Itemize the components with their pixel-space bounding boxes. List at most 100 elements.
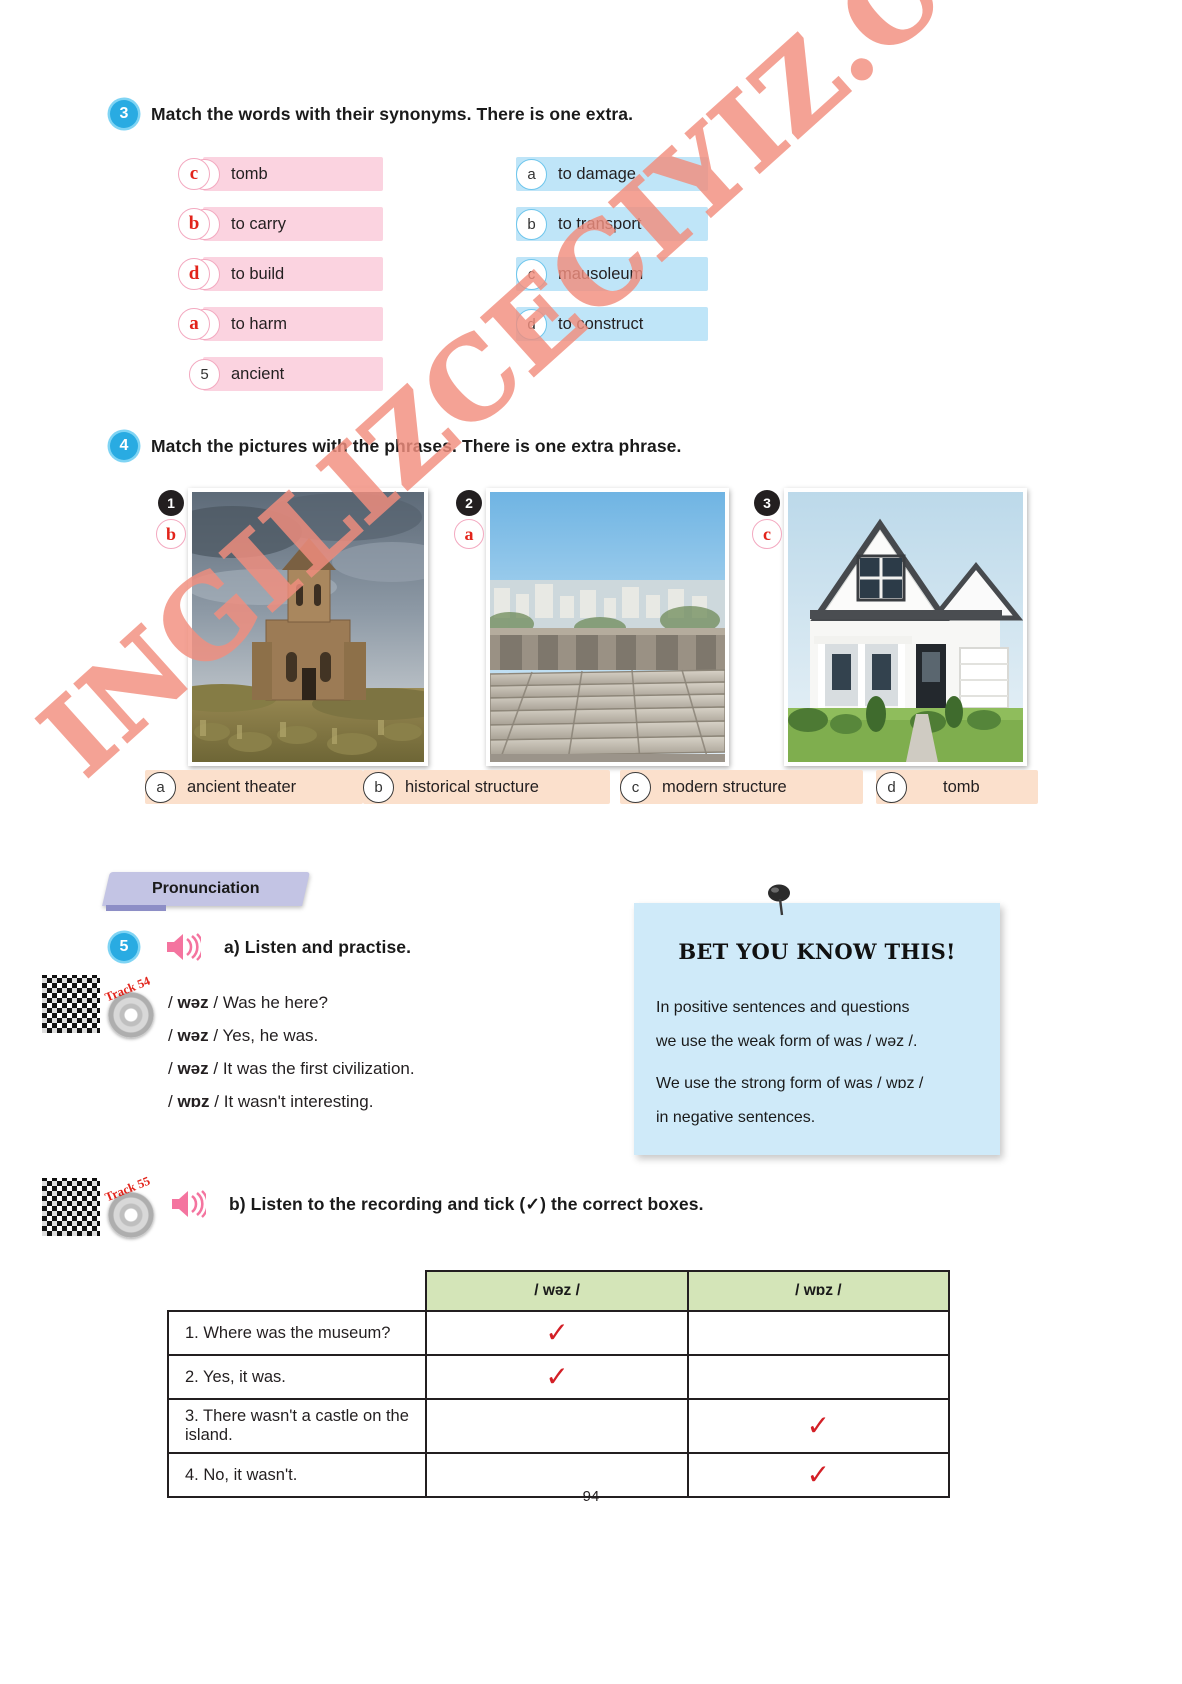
phoneme: wɒz <box>177 1092 210 1111</box>
phrase-label: ancient theater <box>187 777 297 796</box>
exercise-5b-title: b) Listen to the recording and tick (✓) … <box>229 1193 704 1214</box>
table-question: 1. Where was the museum? <box>166 1310 428 1356</box>
answer-circle[interactable]: d <box>178 258 210 290</box>
exercise-5b-header: b) Listen to the recording and tick (✓) … <box>170 1190 704 1218</box>
match-row-left-3[interactable]: d 3 to build <box>178 257 383 291</box>
answer-circle[interactable]: c <box>178 158 210 190</box>
pushpin-icon <box>766 884 794 916</box>
match-row-right-d[interactable]: d to construct <box>516 307 708 341</box>
picture-3[interactable] <box>784 488 1027 766</box>
match-row-right-c[interactable]: c mausoleum <box>516 257 708 291</box>
exercise-4-header: 4 Match the pictures with the phrases. T… <box>110 432 681 460</box>
info-box-line-4: in negative sentences. <box>656 1109 816 1126</box>
picture-1-answer[interactable]: b <box>156 519 186 549</box>
exercise-5-header: 5 a) Listen and practise. <box>110 933 411 961</box>
picture-3-number: 3 <box>754 490 780 516</box>
pron-line-1-text: / wəz / Was he here? <box>168 993 329 1012</box>
item-letter: b <box>516 208 547 240</box>
picture-3-answer[interactable]: c <box>752 519 782 549</box>
picture-1-image <box>192 492 424 762</box>
speaker-icon[interactable] <box>165 933 204 961</box>
answer-circle[interactable]: a <box>178 308 210 340</box>
table-header-blank <box>168 1271 426 1311</box>
item-letter: d <box>516 308 547 340</box>
match-row-left-1[interactable]: c 1 tomb <box>178 157 383 191</box>
tick-cell-strong[interactable] <box>686 1310 951 1356</box>
phrase-letter: d <box>876 771 907 803</box>
tick-cell-weak[interactable]: ✓ <box>425 1354 689 1400</box>
tick-mark: ✓ <box>545 1360 569 1393</box>
tick-cell-strong[interactable]: ✓ <box>686 1398 951 1454</box>
item-label: to build <box>231 264 285 283</box>
picture-2-image <box>490 492 725 762</box>
tick-cell-weak[interactable]: ✓ <box>425 1310 689 1356</box>
phrase-b[interactable]: b historical structure <box>363 770 610 804</box>
synonym-pill: a to damage <box>516 157 708 191</box>
phrase-label: historical structure <box>405 777 539 796</box>
match-row-left-5[interactable]: 5 ancient <box>178 357 383 391</box>
pron-line-2-text: / wəz / Yes, he was. <box>168 1026 319 1045</box>
match-row-left-2[interactable]: b 2 to carry <box>178 207 383 241</box>
answer-circle[interactable]: b <box>178 208 210 240</box>
table-row: 1. Where was the museum? ✓ <box>166 1310 951 1356</box>
exercise-5a-title: a) Listen and practise. <box>224 936 412 957</box>
word-pill: 2 to carry <box>189 207 383 241</box>
picture-1[interactable] <box>188 488 428 766</box>
phrase-letter: b <box>363 771 394 803</box>
tick-cell-strong[interactable] <box>686 1354 951 1400</box>
tick-mark: ✓ <box>806 1409 831 1442</box>
page-number: 94 <box>582 1488 600 1505</box>
word-pill: 3 to build <box>189 257 383 291</box>
synonym-pill: b to transport <box>516 207 708 241</box>
pron-line-3-text: / wəz / It was the first civilization. <box>168 1059 415 1078</box>
exercise-5-number: 5 <box>110 933 138 961</box>
phrase-pill: c modern structure <box>620 770 863 804</box>
match-row-right-b[interactable]: b to transport <box>516 207 708 241</box>
sentence: Was he here? <box>222 993 329 1012</box>
phrase-c[interactable]: c modern structure <box>620 770 863 804</box>
item-label: to transport <box>558 214 642 233</box>
phrase-letter: a <box>145 771 176 803</box>
exercise-4-number: 4 <box>110 432 138 460</box>
phrase-label: tomb <box>943 777 980 796</box>
table-question: 3. There wasn't a castle on the island. <box>166 1398 428 1454</box>
picture-2[interactable] <box>486 488 729 766</box>
word-pill: 5 ancient <box>189 357 383 391</box>
qr-code-track-54[interactable] <box>42 975 100 1033</box>
pron-line-2: / wəz / Yes, he was. <box>168 1026 318 1046</box>
tick-mark: ✓ <box>806 1458 831 1491</box>
phrase-d[interactable]: d tomb <box>876 770 1038 804</box>
pron-line-4-text: / wɒz / It wasn't interesting. <box>168 1092 374 1111</box>
phoneme: wəz <box>177 1059 209 1078</box>
bet-you-know-this-box: BET YOU KNOW THIS! In positive sentences… <box>634 903 1000 1155</box>
table-header-row: / wəz / / wɒz / <box>168 1270 951 1312</box>
phoneme: wəz <box>177 993 209 1012</box>
speaker-icon[interactable] <box>170 1190 209 1218</box>
phrase-a[interactable]: a ancient theater <box>145 770 363 804</box>
info-box-line-2: we use the weak form of was / wəz /. <box>656 1033 918 1050</box>
qr-code-track-55[interactable] <box>42 1178 100 1236</box>
item-label: ancient <box>231 364 285 383</box>
synonym-pill: c mausoleum <box>516 257 708 291</box>
item-label: to damage <box>558 164 636 183</box>
tick-table: / wəz / / wɒz / 1. Where was the museum?… <box>166 1270 951 1498</box>
tick-mark: ✓ <box>545 1316 569 1349</box>
phrase-pill: d tomb <box>876 770 1038 804</box>
phoneme: wəz <box>177 1026 209 1045</box>
picture-1-number: 1 <box>158 490 184 516</box>
info-box-line-3: We use the strong form of was / wɒz / <box>656 1075 924 1092</box>
exercise-3-number: 3 <box>110 100 138 128</box>
item-label: mausoleum <box>558 264 644 283</box>
match-row-left-4[interactable]: a 4 to harm <box>178 307 383 341</box>
tick-cell-weak[interactable] <box>425 1398 689 1454</box>
item-label: tomb <box>231 164 268 183</box>
picture-2-answer[interactable]: a <box>454 519 484 549</box>
item-label: to carry <box>231 214 287 233</box>
item-letter: c <box>516 258 547 290</box>
match-row-right-a[interactable]: a to damage <box>516 157 708 191</box>
item-index: 5 <box>189 358 220 390</box>
info-box-title: BET YOU KNOW THIS! <box>678 939 956 964</box>
pron-line-3: / wəz / It was the first civilization. <box>168 1059 415 1079</box>
info-box-line-1: In positive sentences and questions <box>656 999 910 1016</box>
sentence: It was the first civilization. <box>222 1059 415 1078</box>
